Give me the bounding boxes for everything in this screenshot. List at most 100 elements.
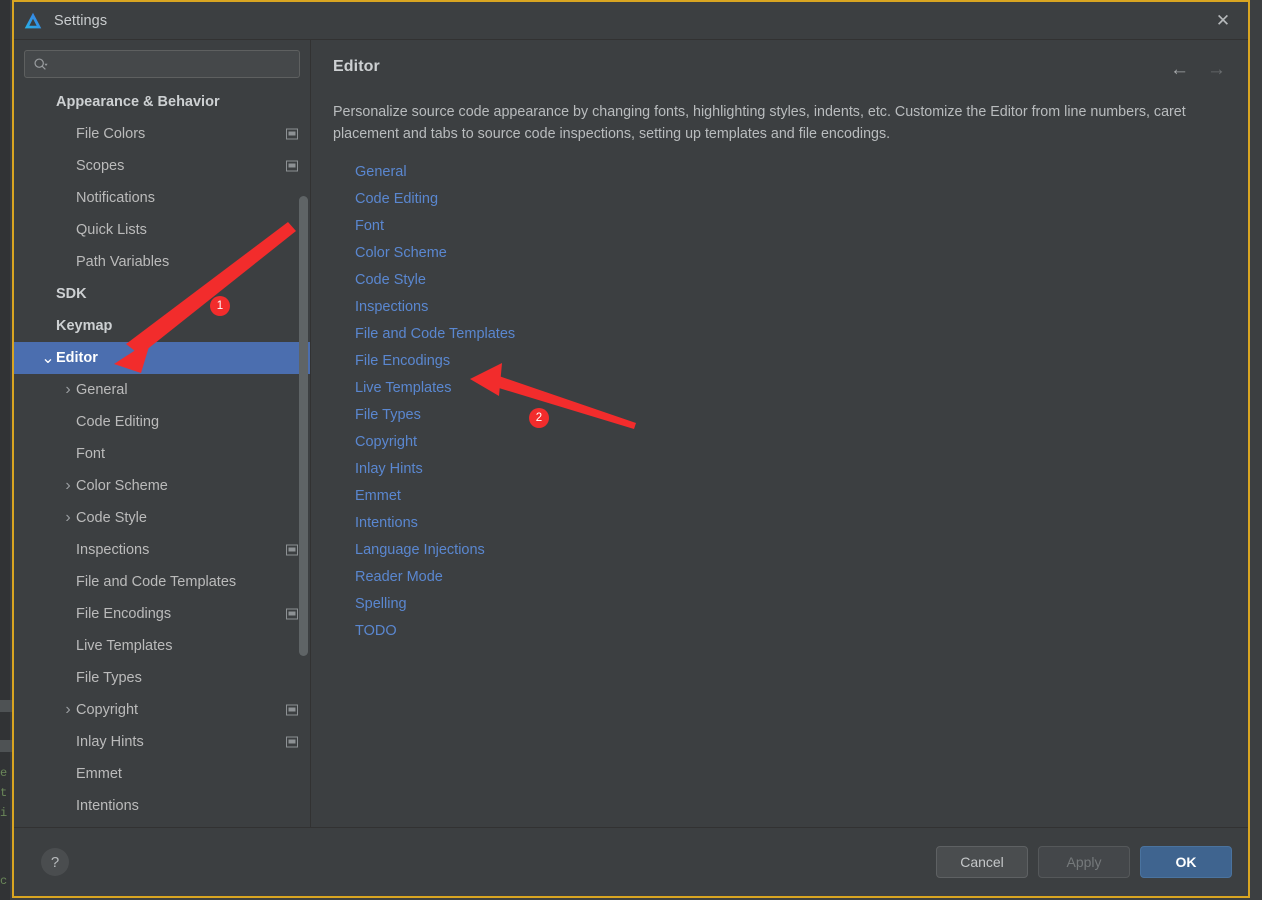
sidebar-scrollbar-thumb[interactable] [299, 196, 308, 656]
sidebar-item-sdk[interactable]: SDK [14, 278, 310, 310]
content-link-file-and-code-templates[interactable]: File and Code Templates [355, 321, 515, 348]
sidebar-item-label: File Colors [76, 126, 146, 142]
sidebar-item-label: File and Code Templates [76, 574, 237, 590]
sidebar-item-color-scheme[interactable]: › Color Scheme [14, 470, 310, 502]
project-settings-icon [286, 128, 298, 140]
ok-button[interactable]: OK [1140, 846, 1232, 878]
content-link-intentions[interactable]: Intentions [355, 510, 418, 537]
back-arrow-icon[interactable]: ← [1170, 60, 1189, 79]
content-link-file-encodings[interactable]: File Encodings [355, 348, 450, 375]
sidebar-item-label: Keymap [56, 318, 113, 334]
sidebar-item-label: Quick Lists [76, 222, 147, 238]
chevron-right-icon[interactable]: › [60, 381, 76, 399]
sidebar-item-label: Live Templates [76, 638, 173, 654]
settings-tree[interactable]: Appearance & Behavior File Colors Scopes No… [14, 86, 310, 827]
android-studio-logo-icon [24, 12, 42, 28]
content-link-file-types[interactable]: File Types [355, 402, 421, 429]
content-link-live-templates[interactable]: Live Templates [355, 375, 451, 402]
sidebar-item-copyright[interactable]: › Copyright [14, 694, 310, 726]
backdrop-strip [0, 0, 10, 900]
project-settings-icon [286, 608, 298, 620]
forward-arrow-icon: → [1207, 59, 1226, 80]
content-link-code-style[interactable]: Code Style [355, 267, 426, 294]
content-link-spelling[interactable]: Spelling [355, 591, 407, 618]
sidebar-item-label: Inlay Hints [76, 734, 144, 750]
content-link-list: General Code Editing Font Color Scheme Code … [355, 159, 1226, 645]
sidebar-item-scopes[interactable]: Scopes [14, 150, 310, 182]
nav-buttons: ← → [1170, 58, 1226, 79]
sidebar-item-label: File Encodings [76, 606, 172, 622]
sidebar-item-emmet[interactable]: Emmet [14, 758, 310, 790]
sidebar-item-label: Color Scheme [76, 478, 168, 494]
content-link-language-injections[interactable]: Language Injections [355, 537, 485, 564]
backdrop-code-line: c [0, 874, 8, 888]
content-link-code-editing[interactable]: Code Editing [355, 186, 438, 213]
settings-content-panel: Editor ← → Personalize source code appea… [311, 40, 1248, 827]
sidebar-item-label: General [76, 382, 128, 398]
sidebar-item-intentions[interactable]: Intentions [14, 790, 310, 822]
content-link-copyright[interactable]: Copyright [355, 429, 417, 456]
content-link-reader-mode[interactable]: Reader Mode [355, 564, 443, 591]
sidebar-item-label: Code Editing [76, 414, 160, 430]
content-link-general[interactable]: General [355, 159, 407, 186]
cancel-button[interactable]: Cancel [936, 846, 1028, 878]
sidebar-item-code-editing[interactable]: Code Editing [14, 406, 310, 438]
close-icon[interactable]: ✕ [1206, 5, 1240, 35]
sidebar-item-file-encodings[interactable]: File Encodings [14, 598, 310, 630]
sidebar-item-notifications[interactable]: Notifications [14, 182, 310, 214]
sidebar-item-live-templates[interactable]: Live Templates [14, 630, 310, 662]
chevron-down-icon[interactable]: ⌄ [40, 348, 56, 368]
settings-sidebar: Appearance & Behavior File Colors Scopes No… [14, 40, 311, 827]
page-title: Editor [333, 58, 380, 75]
search-input[interactable] [54, 56, 291, 72]
backdrop-code-line: i [0, 806, 8, 820]
project-settings-icon [286, 544, 298, 556]
sidebar-item-appearance-behavior[interactable]: Appearance & Behavior [14, 86, 310, 118]
sidebar-item-path-variables[interactable]: Path Variables [14, 246, 310, 278]
sidebar-item-label: Code Style [76, 510, 147, 526]
sidebar-item-label: Copyright [76, 702, 139, 718]
sidebar-item-label: Emmet [76, 766, 122, 782]
sidebar-item-label: Intentions [76, 798, 139, 814]
sidebar-item-general[interactable]: › General [14, 374, 310, 406]
dialog-titlebar: Settings ✕ [14, 2, 1248, 40]
chevron-right-icon[interactable]: › [60, 477, 76, 495]
dialog-footer: ? Cancel Apply OK [14, 827, 1248, 896]
window-title: Settings [54, 12, 108, 29]
sidebar-item-quick-lists[interactable]: Quick Lists [14, 214, 310, 246]
sidebar-item-editor[interactable]: ⌄ Editor [14, 342, 310, 374]
sidebar-item-label: Scopes [76, 158, 125, 174]
sidebar-item-file-and-code-templates[interactable]: File and Code Templates [14, 566, 310, 598]
content-link-todo[interactable]: TODO [355, 618, 397, 645]
sidebar-item-label: Inspections [76, 542, 150, 558]
sidebar-item-file-types[interactable]: File Types [14, 662, 310, 694]
sidebar-item-code-style[interactable]: › Code Style [14, 502, 310, 534]
search-field[interactable] [24, 50, 300, 78]
project-settings-icon [286, 704, 298, 716]
sidebar-item-label: Editor [56, 350, 98, 366]
sidebar-scrollbar[interactable] [299, 86, 308, 827]
sidebar-item-font[interactable]: Font [14, 438, 310, 470]
content-description: Personalize source code appearance by ch… [333, 104, 1186, 143]
sidebar-item-label: Path Variables [76, 254, 170, 270]
sidebar-item-label: SDK [56, 286, 87, 302]
settings-dialog: Settings ✕ Appearance & Behavior File Col… [12, 0, 1250, 898]
sidebar-item-file-colors[interactable]: File Colors [14, 118, 310, 150]
sidebar-item-label: Font [76, 446, 106, 462]
project-settings-icon [286, 160, 298, 172]
chevron-right-icon[interactable]: › [60, 701, 76, 719]
content-link-color-scheme[interactable]: Color Scheme [355, 240, 447, 267]
content-header: Editor ← → [333, 58, 1226, 79]
content-link-font[interactable]: Font [355, 213, 384, 240]
search-container [14, 40, 310, 86]
backdrop-code-line: e [0, 766, 8, 780]
content-link-inlay-hints[interactable]: Inlay Hints [355, 456, 423, 483]
sidebar-item-keymap[interactable]: Keymap [14, 310, 310, 342]
sidebar-item-label: File Types [76, 670, 142, 686]
content-link-emmet[interactable]: Emmet [355, 483, 401, 510]
content-link-inspections[interactable]: Inspections [355, 294, 428, 321]
chevron-right-icon[interactable]: › [60, 509, 76, 527]
help-button[interactable]: ? [41, 848, 69, 876]
sidebar-item-inlay-hints[interactable]: Inlay Hints [14, 726, 310, 758]
sidebar-item-inspections[interactable]: Inspections [14, 534, 310, 566]
